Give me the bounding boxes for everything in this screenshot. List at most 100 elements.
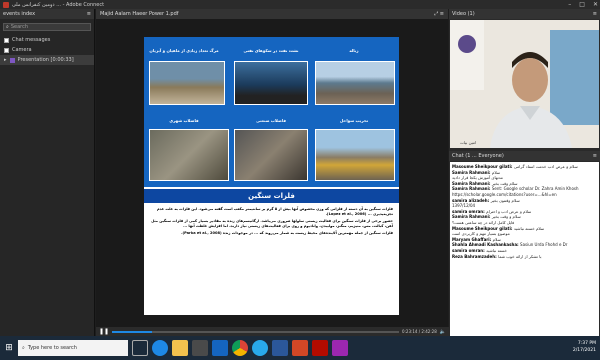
search-icon: ⌕ [6, 24, 9, 30]
chat-sender: Maryam Ghaffari: [452, 236, 493, 242]
volume-icon[interactable]: 🔈 [440, 329, 446, 335]
chat-text: https://scholar.google.com/citations?use… [452, 191, 557, 197]
chat-sender: Masoume Sheikpour gilati: [452, 164, 514, 169]
chat-message: Reza Bahramzadeh: با تشکر از ارائه خوب ش… [452, 254, 597, 260]
photo-caption: نشت نفت در سکوهای نفتی [243, 48, 299, 53]
checkbox-icon[interactable] [4, 47, 9, 53]
events-search-input[interactable]: ⌕ Search [3, 23, 91, 31]
tray-time: 7:37 PM [577, 341, 596, 346]
photo-sewage-pipe [149, 129, 229, 181]
window-title: دومین کنفرانس ملی ... - Adobe Connect [12, 1, 105, 8]
chat-menu-icon[interactable]: ≡ [593, 153, 597, 159]
chat-sender: Samira Rahmani: [452, 169, 492, 175]
photo-caption: فاضلاب صنعتی [256, 118, 286, 123]
window-titlebar: دومین کنفرانس ملی ... - Adobe Connect – … [0, 0, 600, 9]
events-panel-title: events index [3, 11, 36, 17]
slide-paragraph: حضور برخی از فلزات سنگین برای فعالیت زیس… [151, 219, 393, 228]
pause-icon[interactable]: ❚❚ [99, 328, 109, 335]
fullscreen-icon[interactable]: ⤢ ≡ [434, 11, 444, 17]
chat-text: Sasiun Urda Fhohd e Dr [520, 242, 568, 248]
chat-text: 1397/12/04 [452, 203, 476, 209]
powerpoint-icon[interactable] [292, 340, 308, 356]
search-placeholder: Search [10, 24, 28, 30]
events-item-label: Presentation [0:00:33] [17, 57, 74, 63]
playback-time: 0:23:14 / 2:42:28 [402, 329, 437, 334]
slide-paragraph: فلزات سنگین از جمله مهمترین آلاینده‌های … [181, 231, 393, 236]
chat-text: خسته نباشید [486, 247, 507, 253]
events-item-chat[interactable]: Chat messages [0, 35, 94, 45]
acrobat-icon[interactable] [312, 340, 328, 356]
presenter-video [450, 20, 599, 148]
chat-sender: Samira Rahmani: [452, 180, 492, 186]
close-icon[interactable]: ✕ [593, 1, 598, 8]
chrome-icon[interactable] [232, 340, 248, 356]
playback-bar: ❚❚ 0:23:14 / 2:42:28 🔈 [96, 327, 449, 336]
chat-sender: samira omran: [452, 247, 487, 253]
taskbar-search-input[interactable]: ⌕ Type here to search [18, 340, 128, 356]
chat-text: سلام وقتتون بخیر [490, 197, 520, 203]
video-menu-icon[interactable]: ≡ [593, 11, 597, 17]
store-icon[interactable] [192, 340, 208, 356]
system-tray-clock[interactable]: 7:37 PM 2/17/2021 [573, 340, 596, 354]
playback-track[interactable] [112, 330, 400, 333]
expand-icon[interactable]: ▸ [4, 57, 7, 63]
mail-icon[interactable] [212, 340, 228, 356]
chat-text: سلام و عرض ادب و احترام [486, 208, 532, 214]
events-panel: events index ≡ ⌕ Search Chat messages Ca… [0, 9, 95, 336]
photo-caption: مرگ تعداد زیادی از ماهیان و آبزیان [149, 48, 219, 53]
events-panel-header: events index ≡ [0, 9, 94, 19]
taskbar-search-placeholder: Type here to search [27, 345, 77, 351]
chat-messages[interactable]: Masoume Sheikpour gilati: سلام و عرض ادب… [450, 162, 599, 336]
video-pod-title: Video (1) [452, 11, 475, 17]
task-view-icon[interactable] [132, 340, 148, 356]
chat-text: سلام [492, 236, 501, 242]
chat-sender: samira alizadeh: [452, 197, 491, 203]
chat-pod-title: Chat (1 ... Everyone) [452, 153, 504, 159]
chat-sender: Samira Rahmani: [452, 186, 492, 192]
events-item-label: Chat messages [12, 37, 51, 43]
video-pod-header: Video (1) ≡ [449, 9, 600, 19]
checkbox-icon[interactable] [4, 37, 9, 43]
events-item-camera[interactable]: Camera [0, 45, 94, 55]
share-pod-header: Majid Aalam Haeer Power 1.pdf ⤢ ≡ [96, 9, 448, 19]
photo-caption: تخریب سواحل [339, 118, 369, 123]
video-feed: امین بیات [450, 20, 599, 148]
search-icon: ⌕ [22, 345, 25, 351]
word-icon[interactable] [272, 340, 288, 356]
chat-text: سلام وقت بخیر [491, 180, 518, 186]
photo-oil-platform [234, 61, 308, 105]
adobe-connect-icon[interactable] [332, 340, 348, 356]
window-controls: – □ ✕ [568, 1, 598, 8]
chat-sender: Reza Bahramzadeh: [452, 253, 499, 259]
slide-paragraph: فلزات سنگین به آن دسته از فلزاتی که وزن … [156, 207, 393, 216]
windows-start-icon[interactable]: ⊞ [0, 336, 18, 360]
share-pod: Majid Aalam Haeer Power 1.pdf ⤢ ≡ مرگ تع… [96, 9, 448, 327]
slide-body-text: فلزات سنگین به آن دسته از فلزاتی که وزن … [150, 207, 393, 239]
chat-text: سلام و وقت بخیر [491, 214, 521, 220]
chat-sender: samira omran: [452, 208, 487, 214]
photo-dead-fish [149, 61, 225, 105]
edge-icon[interactable] [152, 340, 168, 356]
photo-garbage-beach [315, 61, 395, 105]
photo-caption: فاضلاب شهری [169, 118, 199, 123]
file-explorer-icon[interactable] [172, 340, 188, 356]
adobe-connect-icon [3, 1, 9, 8]
telegram-icon[interactable] [252, 340, 268, 356]
photo-caption: زباله [349, 48, 359, 53]
chat-text: Sent: Google scholar Dr. Zahra Amin Khos… [491, 186, 579, 192]
photo-industrial-waste [234, 129, 308, 181]
windows-taskbar: ⊞ ⌕ Type here to search 7:37 PM 2/17/202… [0, 336, 600, 360]
panel-menu-icon[interactable]: ≡ [87, 11, 91, 17]
chat-text: مدتهای آموزش یکجا قرار دادید [452, 175, 503, 181]
minimize-icon[interactable]: – [568, 1, 571, 8]
chat-text: با تشکر از ارائه خوب شما [498, 253, 542, 259]
chat-sender: Samira Rahmani: [452, 214, 492, 220]
events-item-presentation[interactable]: ▸ Presentation [0:00:33] [0, 55, 94, 65]
share-pod-title: Majid Aalam Haeer Power 1.pdf [100, 11, 179, 17]
chat-text: سلام خسته نباشید [513, 225, 545, 231]
maximize-icon[interactable]: □ [579, 1, 585, 8]
chat-text: سلام [491, 169, 501, 175]
chat-text: موضوع بسیار مهم و کاربردی است [452, 231, 510, 237]
chat-text: فایل کامل ارائه در چه ساعتی هست؟ [452, 219, 515, 225]
presenter-name-caption: امین بیات [460, 140, 477, 145]
